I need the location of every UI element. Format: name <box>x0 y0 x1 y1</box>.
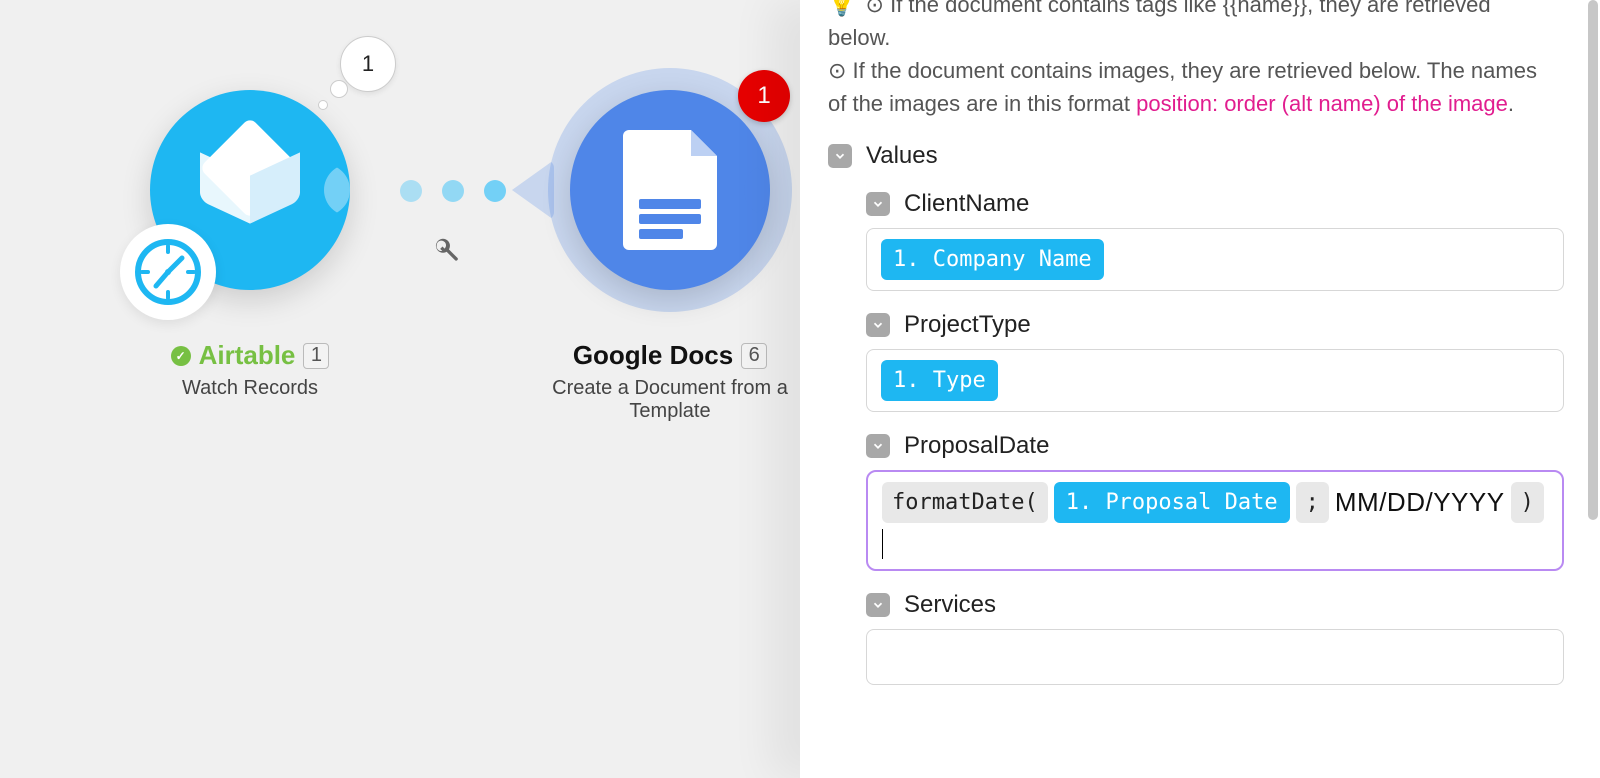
info-format-hint: position: order (alt name) of the image <box>1136 91 1508 116</box>
scenario-canvas[interactable]: 1 ✓ Airtable 1 <box>0 0 800 778</box>
verified-check-icon: ✓ <box>171 346 191 366</box>
scheduler-clock-icon[interactable] <box>120 224 216 320</box>
google-doc-page-icon <box>623 130 717 250</box>
scrollbar[interactable] <box>1588 0 1598 520</box>
output-port-icon[interactable] <box>744 164 796 216</box>
field-label: ProposalDate <box>904 432 1049 460</box>
function-close-token[interactable]: ) <box>1511 482 1544 523</box>
input-port-icon[interactable] <box>512 160 554 220</box>
separator-token[interactable]: ; <box>1296 482 1329 523</box>
bundle-count-bubble[interactable]: 1 <box>340 36 396 92</box>
module-google-docs[interactable]: 1 Google Docs 6 Create a Document from a… <box>540 90 800 423</box>
field-label: ProjectType <box>904 311 1031 339</box>
clientname-input[interactable]: 1. Company Name <box>866 228 1564 291</box>
module-index-badge: 6 <box>741 343 767 369</box>
notification-count: 1 <box>757 82 770 110</box>
field-services-header[interactable]: Services <box>866 591 1564 619</box>
chevron-down-icon[interactable] <box>866 434 890 458</box>
section-values-header[interactable]: Values <box>828 142 1564 170</box>
module-title: Google Docs <box>573 340 733 371</box>
route-dot-icon <box>400 180 422 202</box>
airtable-3d-box-icon <box>200 160 300 220</box>
module-subtitle: Create a Document from a Template <box>540 377 800 423</box>
text-caret <box>882 529 883 559</box>
variable-pill[interactable]: 1. Type <box>881 360 998 401</box>
raw-text: MM/DD/YYYY <box>1335 483 1505 522</box>
services-input[interactable] <box>866 629 1564 685</box>
projecttype-input[interactable]: 1. Type <box>866 349 1564 412</box>
module-title: Airtable <box>199 340 296 371</box>
field-label: ClientName <box>904 190 1029 218</box>
route-dot-icon <box>484 180 506 202</box>
variable-pill[interactable]: 1. Proposal Date <box>1054 482 1290 523</box>
lightbulb-icon: 💡 <box>828 0 855 17</box>
module-airtable[interactable]: 1 ✓ Airtable 1 <box>120 90 380 400</box>
chevron-down-icon[interactable] <box>828 144 852 168</box>
variable-pill[interactable]: 1. Company Name <box>881 239 1104 280</box>
function-open-token[interactable]: formatDate( <box>882 482 1048 523</box>
info-hints: 💡 ⊙ If the document contains tags like {… <box>828 0 1564 120</box>
route-dot-icon <box>442 180 464 202</box>
field-label: Services <box>904 591 996 619</box>
output-port-icon[interactable] <box>324 164 376 216</box>
module-config-panel: 💡 ⊙ If the document contains tags like {… <box>800 0 1600 778</box>
module-subtitle: Watch Records <box>120 377 380 400</box>
field-proposaldate-header[interactable]: ProposalDate <box>866 432 1564 460</box>
section-label: Values <box>866 142 938 170</box>
proposaldate-input[interactable]: formatDate( 1. Proposal Date ; MM/DD/YYY… <box>866 470 1564 571</box>
gdocs-circle[interactable] <box>570 90 770 290</box>
field-clientname-header[interactable]: ClientName <box>866 190 1564 218</box>
notification-badge[interactable]: 1 <box>738 70 790 122</box>
chevron-down-icon[interactable] <box>866 192 890 216</box>
chevron-down-icon[interactable] <box>866 313 890 337</box>
wrench-icon[interactable] <box>432 236 460 269</box>
chevron-down-icon[interactable] <box>866 593 890 617</box>
module-index-badge: 1 <box>303 343 329 369</box>
connection-route[interactable] <box>400 180 506 202</box>
field-projecttype-header[interactable]: ProjectType <box>866 311 1564 339</box>
bundle-count: 1 <box>340 36 396 92</box>
